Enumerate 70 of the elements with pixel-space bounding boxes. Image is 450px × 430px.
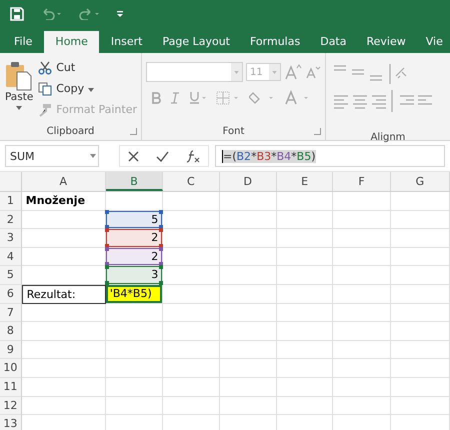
- grid-cell[interactable]: 2: [106, 229, 164, 248]
- column-header[interactable]: G: [390, 172, 450, 191]
- shrink-font-icon[interactable]: [305, 65, 321, 79]
- grid-cell[interactable]: Rezultat:: [22, 284, 106, 304]
- row-header[interactable]: 11: [0, 378, 22, 397]
- clipboard-command[interactable]: Copy: [38, 80, 137, 97]
- row-header[interactable]: 8: [0, 322, 22, 341]
- dialog-launcher-icon[interactable]: [130, 128, 137, 135]
- clipboard-command[interactable]: Cut: [38, 59, 137, 76]
- row-header[interactable]: 5: [0, 266, 22, 285]
- ribbon-tab[interactable]: Review: [358, 31, 414, 53]
- enter-icon[interactable]: [156, 150, 169, 162]
- row-header[interactable]: 7: [0, 304, 22, 322]
- column-header[interactable]: C: [163, 172, 220, 191]
- formula-field[interactable]: =(B2*B3*B4*B5): [215, 145, 445, 167]
- caret-icon[interactable]: [234, 70, 239, 74]
- ribbon-tab[interactable]: Vie: [418, 31, 450, 53]
- group-label: Font: [222, 126, 244, 136]
- italic-icon[interactable]: [170, 92, 180, 104]
- borders-icon[interactable]: [216, 90, 240, 104]
- grid-cell[interactable]: 5: [106, 210, 164, 230]
- ribbon-tab[interactable]: Formulas: [242, 31, 308, 53]
- row-header[interactable]: 1: [0, 192, 22, 211]
- grid-cell[interactable]: 3: [106, 266, 164, 285]
- column-header[interactable]: F: [333, 172, 391, 191]
- row-header[interactable]: 3: [0, 229, 22, 248]
- ribbon-tab[interactable]: Data: [312, 31, 354, 53]
- row-header[interactable]: 9: [0, 340, 22, 360]
- clipboard-icon: [5, 61, 34, 91]
- column-header[interactable]: B: [106, 172, 164, 191]
- group-label: Clipboard: [46, 126, 94, 136]
- customize-icon[interactable]: [116, 9, 124, 19]
- grid-cell[interactable]: 2: [106, 248, 164, 266]
- caret-icon: [16, 106, 22, 110]
- column-header[interactable]: E: [276, 172, 334, 191]
- group-label: Alignm: [370, 132, 406, 143]
- font-color-icon[interactable]: [284, 90, 310, 105]
- dialog-launcher-icon[interactable]: [314, 128, 321, 135]
- row-header[interactable]: 12: [0, 396, 22, 416]
- bold-icon[interactable]: [151, 92, 161, 104]
- row-header[interactable]: 4: [0, 248, 22, 266]
- underline-icon[interactable]: [189, 91, 207, 104]
- ribbon-tab[interactable]: Insert: [102, 31, 150, 53]
- grow-font-icon[interactable]: [284, 64, 302, 80]
- redo-icon[interactable]: [78, 8, 100, 20]
- cell-text: Množenje: [24, 194, 86, 207]
- ribbon-tab[interactable]: Page Layout: [154, 31, 238, 53]
- cell-text: Rezultat:: [26, 288, 76, 301]
- caret-icon[interactable]: [90, 154, 96, 158]
- cancel-icon[interactable]: [128, 150, 140, 162]
- active-cell[interactable]: 'B4*B5): [106, 284, 162, 303]
- row-header[interactable]: 13: [0, 415, 22, 430]
- scissors-icon: [38, 60, 52, 74]
- row-header[interactable]: 10: [0, 359, 22, 378]
- grid-cell[interactable]: Množenje: [22, 192, 106, 211]
- row-header[interactable]: 2: [0, 210, 22, 230]
- ribbon-tab[interactable]: Home: [44, 31, 99, 53]
- ribbon-tab[interactable]: File: [6, 31, 40, 53]
- paste-button[interactable]: Paste: [4, 57, 34, 122]
- caret-icon: [88, 88, 94, 92]
- row-header[interactable]: 6: [0, 284, 22, 304]
- column-header[interactable]: D: [220, 172, 277, 191]
- insert-function-icon[interactable]: [186, 150, 200, 162]
- name-box[interactable]: SUM: [5, 145, 99, 167]
- save-icon[interactable]: [10, 7, 24, 21]
- paintbrush-icon: [38, 102, 52, 116]
- copy-icon: [38, 82, 52, 96]
- fill-color-icon[interactable]: [249, 90, 275, 105]
- caret-icon[interactable]: [272, 70, 277, 74]
- font-name-field[interactable]: [146, 62, 243, 82]
